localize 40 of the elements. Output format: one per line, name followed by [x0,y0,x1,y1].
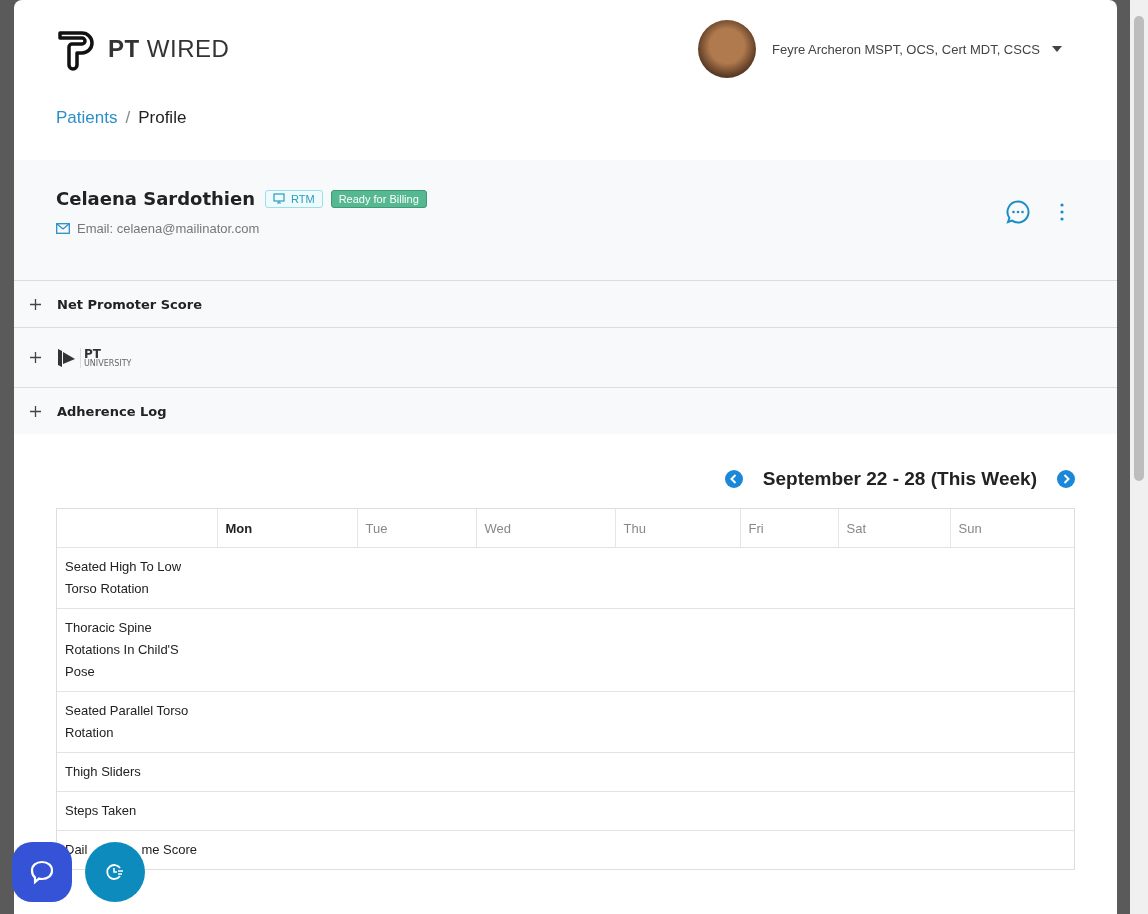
logo[interactable]: PT WIRED [56,27,230,71]
week-title: September 22 - 28 (This Week) [762,468,1037,490]
breadcrumb-link[interactable]: Patients [56,108,118,128]
envelope-icon [56,223,70,234]
scrollbar[interactable] [1130,0,1148,914]
accordion-header[interactable]: Net Promoter Score [14,280,1117,327]
patient-name: Celaena Sardothien [56,188,256,209]
next-week-button[interactable] [1057,470,1075,488]
column-header: Sat [838,509,950,548]
caret-icon [1052,46,1062,52]
chat-icon [28,858,56,886]
user-menu[interactable]: Feyre Archeron MSPT, OCS, Cert MDT, CSCS [698,20,1062,78]
exercise-name: Seated High To Low Torso Rotation [57,547,217,609]
logo-mark-icon [57,347,77,368]
message-button[interactable] [1005,199,1031,225]
column-header: Thu [615,509,740,548]
exercise-name: me Score [141,842,198,857]
accordion-header[interactable]: Adherence Log [14,387,1117,434]
clock-icon [105,862,125,882]
column-header: Sun [950,509,1074,548]
exercise-name: Steps Taken [57,791,217,831]
exercise-name: Seated Parallel Torso Rotation [57,691,217,753]
email-text: Email: celaena@mailinator.com [77,221,260,236]
column-header: Fri [740,509,838,548]
column-header: Mon [217,509,357,548]
rtm-tag: RTM [265,189,323,208]
previous-week-button[interactable] [724,470,743,488]
monitor-icon [273,193,286,204]
more-button[interactable] [1059,202,1065,222]
status-tag: Ready for Billing [330,189,427,208]
scrollbar-thumb[interactable] [1134,16,1144,481]
accordion-header[interactable]: PT UNIVERSITY [14,327,1117,387]
exercise-name: Thigh Sliders [57,752,217,792]
breadcrumb-current: Profile [138,108,187,128]
column-header: Wed [476,509,615,548]
exercise-name: Thoracic Spine Rotations In Child'S Pose [57,608,217,692]
logo-text: PT UNIVERSITY [80,347,132,368]
breadcrumb-separator: / [125,108,131,128]
avatar [698,20,756,78]
column-header: Tue [357,509,476,548]
